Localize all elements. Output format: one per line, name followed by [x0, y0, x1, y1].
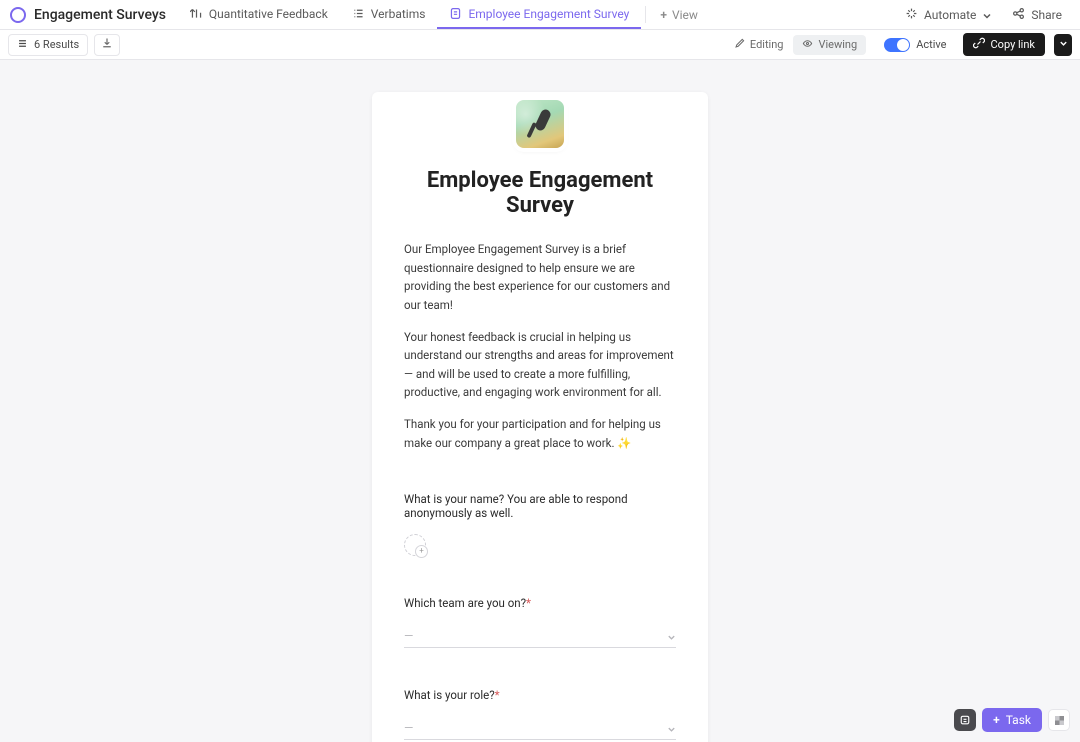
eye-icon: [802, 38, 813, 52]
question-role: What is your role?* —: [404, 688, 676, 740]
form-intro: Our Employee Engagement Survey is a brie…: [404, 240, 676, 452]
note-icon: [959, 711, 971, 730]
select-value: —: [404, 721, 414, 735]
notes-button[interactable]: [954, 709, 976, 731]
list-icon: [17, 38, 28, 52]
active-toggle-group: Active: [884, 38, 946, 52]
workspace-title: Engagement Surveys: [34, 7, 166, 23]
tab-employee-engagement-survey[interactable]: Employee Engagement Survey: [437, 0, 641, 29]
form-title: Employee Engagement Survey: [404, 168, 676, 218]
download-icon: [101, 37, 113, 52]
add-view-button[interactable]: + View: [650, 0, 708, 29]
toolbar: 6 Results Editing Viewing Active Copy li…: [0, 30, 1080, 60]
automate-label: Automate: [924, 8, 976, 22]
assignee-input[interactable]: [404, 534, 426, 556]
copy-link-label: Copy link: [991, 38, 1035, 51]
mode-viewing[interactable]: Viewing: [793, 35, 866, 55]
automate-button[interactable]: Automate: [895, 0, 1002, 29]
tab-label: Verbatims: [371, 7, 426, 21]
select-value: —: [404, 629, 414, 643]
mode-viewing-label: Viewing: [818, 38, 857, 51]
form-hero-image: [516, 100, 564, 148]
tab-quantitative-feedback[interactable]: Quantitative Feedback: [178, 0, 340, 29]
select-input[interactable]: —: [404, 624, 676, 648]
intro-paragraph: Your honest feedback is crucial in helpi…: [404, 328, 676, 403]
intro-paragraph: Our Employee Engagement Survey is a brie…: [404, 240, 676, 315]
select-input[interactable]: —: [404, 716, 676, 740]
question-label: What is your role?*: [404, 688, 676, 702]
share-label: Share: [1031, 8, 1062, 22]
floating-actions: + Task: [954, 708, 1070, 732]
form-card: Employee Engagement Survey Our Employee …: [372, 92, 708, 742]
grid-icon: [1055, 716, 1064, 725]
task-label: Task: [1006, 713, 1031, 727]
link-icon: [973, 37, 985, 52]
workspace-icon: [10, 7, 26, 23]
mode-segmented: Editing Viewing: [730, 35, 866, 55]
active-label: Active: [916, 38, 946, 51]
copy-link-menu[interactable]: [1054, 34, 1072, 56]
chevron-down-icon: [1059, 38, 1068, 51]
chevron-down-icon: [667, 723, 676, 732]
copy-link-button[interactable]: Copy link: [963, 33, 1045, 56]
plus-icon: +: [660, 8, 667, 22]
divider: [645, 6, 646, 23]
mode-editing[interactable]: Editing: [730, 38, 788, 52]
question-team: Which team are you on?* —: [404, 596, 676, 648]
new-task-button[interactable]: + Task: [982, 708, 1042, 732]
form-icon: [449, 7, 462, 20]
pencil-icon: [734, 38, 745, 52]
share-button[interactable]: Share: [1002, 0, 1072, 29]
results-button[interactable]: 6 Results: [8, 34, 88, 56]
download-button[interactable]: [94, 34, 120, 56]
chevron-down-icon: [667, 631, 676, 640]
intro-paragraph: Thank you for your participation and for…: [404, 415, 676, 452]
plus-icon: +: [993, 713, 1000, 727]
chevron-down-icon: [982, 10, 992, 20]
add-view-label: View: [672, 8, 698, 22]
form-viewport[interactable]: Employee Engagement Survey Our Employee …: [0, 60, 1080, 742]
question-label: Which team are you on?*: [404, 596, 676, 610]
top-bar: Engagement Surveys Quantitative Feedback…: [0, 0, 1080, 30]
apps-button[interactable]: [1048, 709, 1070, 731]
waterfall-icon: [190, 7, 203, 20]
tab-label: Quantitative Feedback: [209, 7, 328, 21]
share-icon: [1012, 7, 1025, 23]
results-label: 6 Results: [34, 38, 79, 51]
mode-editing-label: Editing: [750, 38, 784, 51]
question-name: What is your name? You are able to respo…: [404, 492, 676, 556]
view-tabs: Quantitative Feedback Verbatims Employee…: [178, 0, 708, 29]
active-toggle[interactable]: [884, 38, 910, 52]
tab-label: Employee Engagement Survey: [468, 7, 629, 21]
workspace-brand[interactable]: Engagement Surveys: [10, 0, 166, 29]
automation-icon: [905, 7, 918, 23]
list-icon: [352, 7, 365, 20]
tab-verbatims[interactable]: Verbatims: [340, 0, 438, 29]
question-label: What is your name? You are able to respo…: [404, 492, 676, 520]
